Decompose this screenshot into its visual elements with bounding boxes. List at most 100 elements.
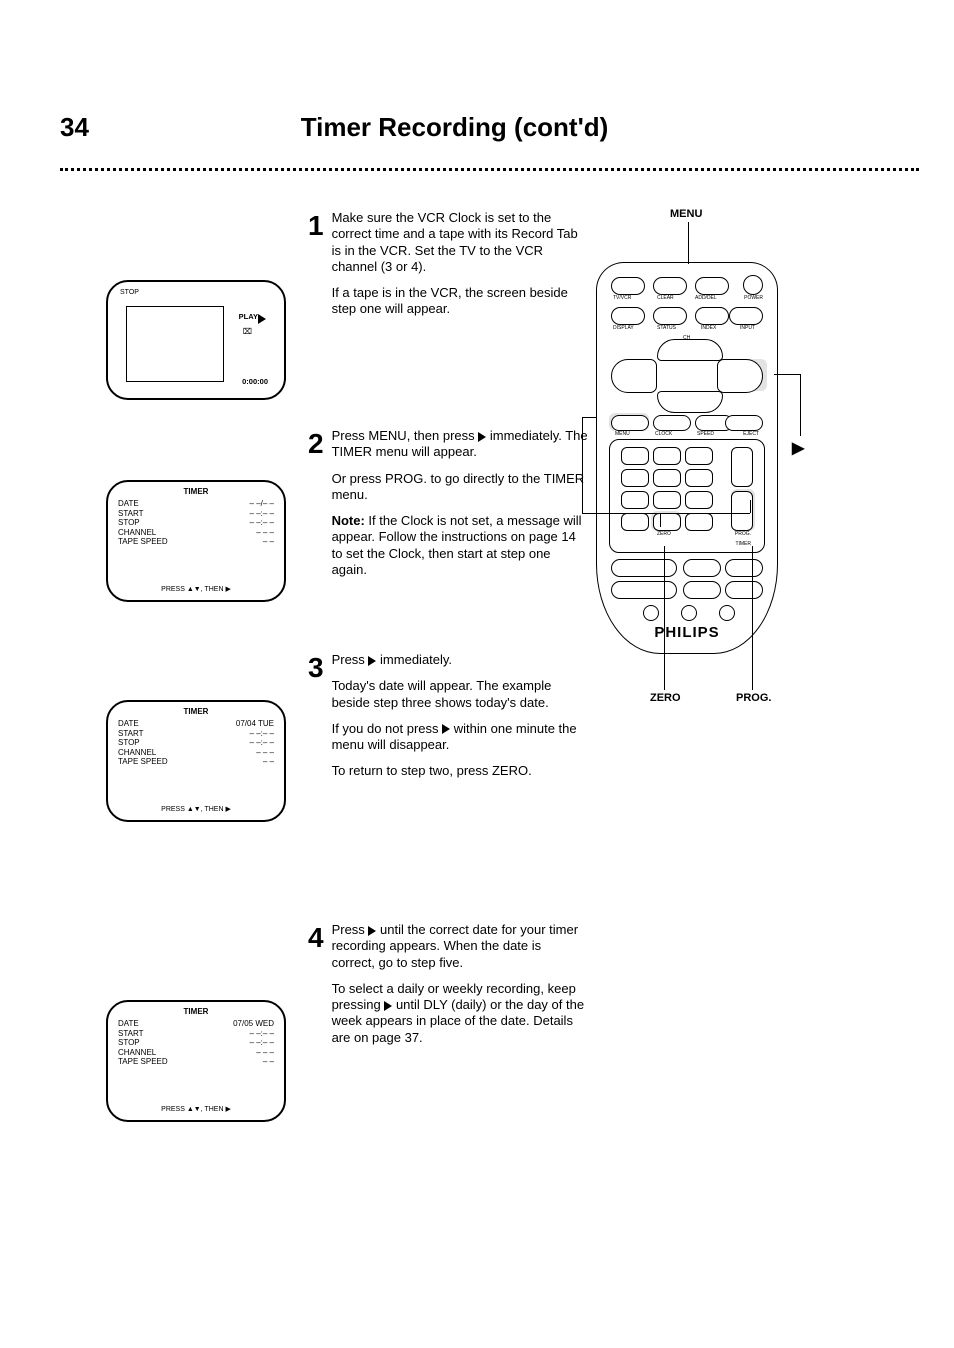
lead-line-right-v [800,374,801,436]
remote-btn-5[interactable] [653,469,681,487]
lead-line-zero2-v [664,546,665,690]
remote-btn-menu[interactable] [611,415,649,431]
header-rule [60,168,919,171]
tv4-row4: TAPE SPEED– – [118,1057,274,1067]
remote-btn-clear[interactable] [653,277,687,295]
remote-btn-right[interactable] [717,359,763,393]
tv3-row1: START– –:– – [118,729,274,739]
tv4-row3: CHANNEL– – – [118,1048,274,1058]
step1-text-b: If a tape is in the VCR, the screen besi… [332,285,588,318]
remote-btn-7[interactable] [621,491,649,509]
remote-btn-left[interactable] [611,359,657,393]
remote-btn-up[interactable] [657,339,723,361]
play-icon [384,1001,392,1011]
remote-btn-0[interactable] [653,513,681,531]
step1-text-a: Make sure the VCR Clock is set to the co… [332,210,588,275]
step1-number: 1 [308,210,324,318]
tv3-row3: CHANNEL– – – [118,748,274,758]
step4-number: 4 [308,922,324,1046]
step2-line1: Press MENU, then press immediately. The … [332,428,588,461]
remote-btn-play[interactable] [611,559,677,577]
remote-btn-vol[interactable] [731,447,753,487]
tv4-hdr: TIMER [118,1008,274,1017]
tv4-row1: START– –:– – [118,1029,274,1039]
remote-body: TV/VCR CLEAR ADD/DEL POWER DISPLAY STATU… [596,262,778,654]
tv3-row2: STOP– –:– – [118,738,274,748]
step2-screen-area: TIMER DATE– –/– – START– –:– – STOP– –:–… [106,480,306,602]
tv2-row4: TAPE SPEED– – [118,537,274,547]
remote-btn-9[interactable] [685,491,713,509]
tv3-row0: DATE07/04 TUE [118,719,274,729]
remote-btn-2[interactable] [653,447,681,465]
lead-line-prog-h [582,513,750,514]
remote-btn-6[interactable] [685,469,713,487]
remote-btn-stop[interactable] [683,559,721,577]
lead-line-prog2-v [752,546,753,690]
tv1-cassette-icon: ⌧ [243,328,252,337]
remote-btn-eject[interactable] [725,415,763,431]
remote-btn-1[interactable] [621,447,649,465]
step1-text: 1 Make sure the VCR Clock is set to the … [308,210,588,318]
remote-btn-rec[interactable] [611,581,677,599]
callout-prog: PROG. [736,692,771,704]
remote-btn-100[interactable] [621,513,649,531]
tv2-row3: CHANNEL– – – [118,528,274,538]
tv-screen-step2: TIMER DATE– –/– – START– –:– – STOP– –:–… [106,480,286,602]
step3-line2: Today's date will appear. The example be… [332,678,588,711]
tv1-counter: 0:00:00 [242,378,268,386]
remote-btn-input[interactable] [729,307,763,325]
step3-number: 3 [308,652,324,780]
page-number: 34 [60,112,89,143]
lead-line-menu2-v [582,417,583,513]
remote-control: TV/VCR CLEAR ADD/DEL POWER DISPLAY STATU… [596,262,778,654]
page-title: Timer Recording (cont'd) [60,112,849,143]
remote-circle-2[interactable] [681,605,697,621]
callout-right-arrow: ▶ [792,438,804,458]
remote-btn-pause[interactable] [725,559,763,577]
play-icon [442,724,450,734]
tv-screen-step4: TIMER DATE07/05 WED START– –:– – STOP– –… [106,1000,286,1122]
remote-btn-status[interactable] [653,307,687,325]
remote-btn-ffw[interactable] [725,581,763,599]
tv-screen-step3: TIMER DATE07/04 TUE START– –:– – STOP– –… [106,700,286,822]
tv1-play-label: PLAY [239,313,258,321]
remote-btn-rew[interactable] [683,581,721,599]
remote-btn-clock[interactable] [653,415,691,431]
tv1-play-icon [258,314,266,324]
remote-btn-8[interactable] [653,491,681,509]
remote-btn-down[interactable] [657,391,723,413]
tv2-row0: DATE– –/– – [118,499,274,509]
step1-screen-area: STOP PLAY ⌧ 0:00:00 [106,280,306,400]
remote-btn-3[interactable] [685,447,713,465]
tv3-hdr: TIMER [118,708,274,717]
remote-btn-tv-vcr[interactable] [611,277,645,295]
lead-line-zero-v [660,513,661,527]
step2-text: 2 Press MENU, then press immediately. Th… [308,428,588,578]
lead-line-menu2-h [582,417,596,418]
remote-btn-add-del[interactable] [695,277,729,295]
step2-line2: Or press PROG. to go directly to the TIM… [332,471,588,504]
remote-circle-1[interactable] [643,605,659,621]
step3-line1: Press immediately. [332,652,588,668]
step2-note: Note: If the Clock is not set, a message… [332,513,588,578]
remote-btn-index[interactable] [695,307,729,325]
step4-line2: To select a daily or weekly recording, k… [332,981,588,1046]
tv1-header: STOP [120,289,139,297]
remote-btn-power[interactable] [743,275,763,295]
step4-line1: Press until the correct date for your ti… [332,922,588,971]
remote-btn-dash[interactable] [685,513,713,531]
tv3-row4: TAPE SPEED– – [118,757,274,767]
remote-btn-4[interactable] [621,469,649,487]
page-header: 34 Timer Recording (cont'd) [60,112,849,143]
tv2-row1: START– –:– – [118,509,274,519]
step3-text: 3 Press immediately. Today's date will a… [308,652,588,780]
callout-menu: MENU [670,208,702,220]
lead-line-menu-v [688,222,689,264]
tv4-row2: STOP– –:– – [118,1038,274,1048]
remote-circle-3[interactable] [719,605,735,621]
tv4-row0: DATE07/05 WED [118,1019,274,1029]
lead-line-prog-v [750,500,751,513]
tv2-row2: STOP– –:– – [118,518,274,528]
remote-btn-display[interactable] [611,307,645,325]
play-icon [368,656,376,666]
